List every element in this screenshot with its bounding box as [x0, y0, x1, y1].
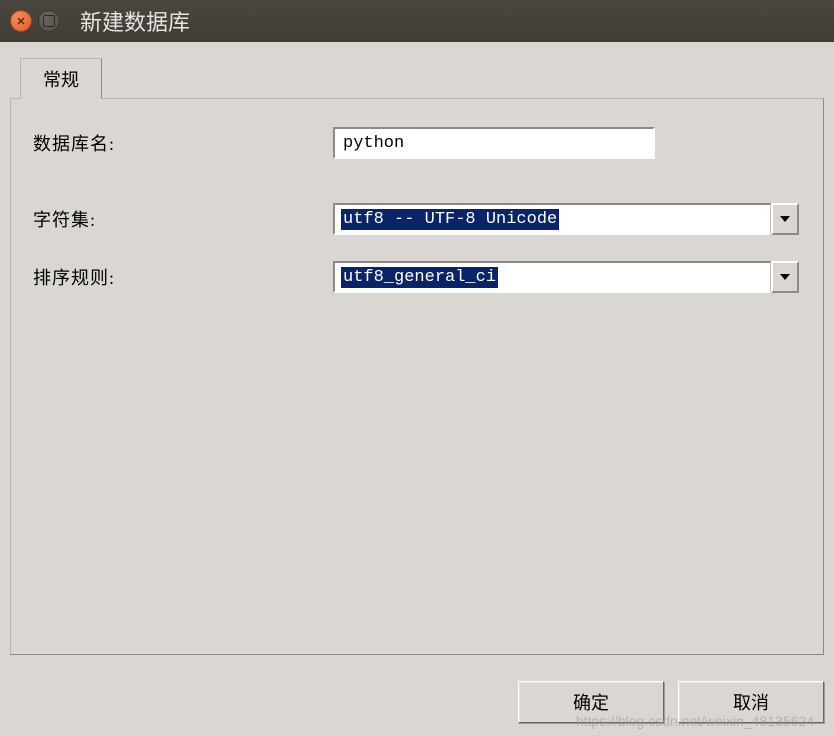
collation-select-display: utf8_general_ci [333, 261, 771, 293]
close-icon[interactable] [10, 10, 32, 32]
window-title: 新建数据库 [80, 5, 190, 37]
titlebar: 新建数据库 [0, 0, 834, 42]
label-collation: 排序规则: [33, 264, 333, 290]
tab-container: 常规 数据库名: 字符集: utf8 -- UTF-8 Unicode [10, 58, 824, 723]
label-charset: 字符集: [33, 206, 333, 232]
tab-header: 常规 [10, 58, 824, 98]
collation-select[interactable]: utf8_general_ci [333, 261, 799, 293]
charset-select[interactable]: utf8 -- UTF-8 Unicode [333, 203, 799, 235]
cancel-button[interactable]: 取消 [678, 681, 824, 723]
collation-selected-value: utf8_general_ci [341, 267, 498, 288]
minimize-icon[interactable] [38, 10, 60, 32]
content-area: 常规 数据库名: 字符集: utf8 -- UTF-8 Unicode [10, 58, 824, 723]
tab-panel-general: 数据库名: 字符集: utf8 -- UTF-8 Unicode 排序规则: [10, 98, 824, 655]
ok-button-label: 确定 [573, 689, 609, 715]
dialog-window: 新建数据库 常规 数据库名: 字符集: utf8 -- UTF-8 Unico [0, 0, 834, 735]
button-bar: 确定 取消 [518, 681, 824, 723]
window-controls [10, 10, 60, 32]
charset-select-display: utf8 -- UTF-8 Unicode [333, 203, 771, 235]
database-name-input[interactable] [333, 127, 655, 159]
tab-general[interactable]: 常规 [20, 58, 102, 99]
chevron-down-icon[interactable] [771, 203, 799, 235]
ok-button[interactable]: 确定 [518, 681, 664, 723]
tab-label: 常规 [43, 66, 79, 92]
label-database-name: 数据库名: [33, 130, 333, 156]
chevron-down-icon[interactable] [771, 261, 799, 293]
row-collation: 排序规则: utf8_general_ci [33, 261, 801, 293]
row-charset: 字符集: utf8 -- UTF-8 Unicode [33, 203, 801, 235]
cancel-button-label: 取消 [733, 689, 769, 715]
charset-selected-value: utf8 -- UTF-8 Unicode [341, 209, 559, 230]
row-database-name: 数据库名: [33, 127, 801, 159]
